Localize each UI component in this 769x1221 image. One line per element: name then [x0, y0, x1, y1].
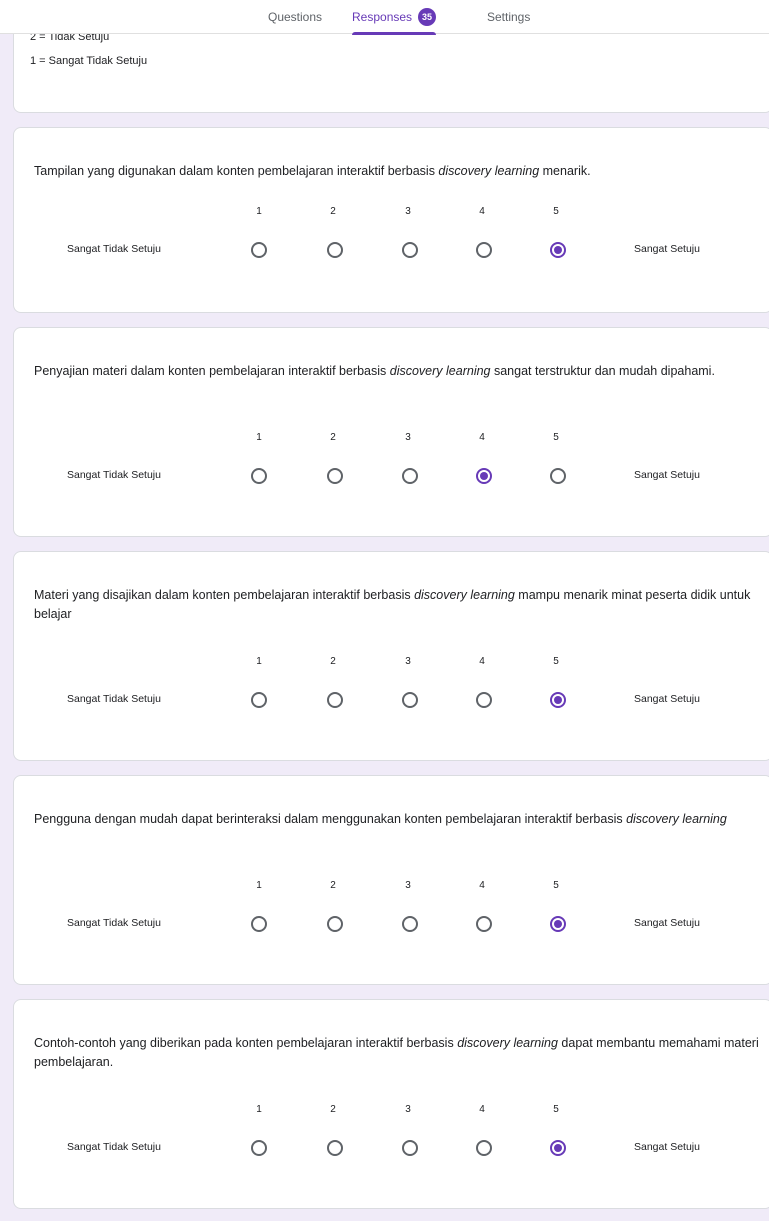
question-text-part: sangat terstruktur dan mudah dipahami.: [490, 364, 715, 378]
scale-number: 3: [405, 880, 411, 891]
scale-option-radio-4[interactable]: [476, 916, 492, 932]
question-card: Pengguna dengan mudah dapat berinteraksi…: [13, 775, 769, 985]
scale-number: 5: [553, 206, 559, 217]
scale-option-radio-1[interactable]: [251, 916, 267, 932]
question-text-part: Materi yang disajikan dalam konten pembe…: [34, 588, 415, 602]
question-card: Penyajian materi dalam konten pembelajar…: [13, 327, 769, 537]
responses-count-badge: 35: [418, 8, 437, 26]
scale-low-label: Sangat Tidak Setuju: [67, 469, 161, 481]
question-card: Materi yang disajikan dalam konten pembe…: [13, 551, 769, 761]
scale-number: 1: [256, 656, 262, 667]
scale-number: 2: [330, 206, 336, 217]
scale-high-label: Sangat Setuju: [634, 917, 700, 929]
scale-option-radio-4[interactable]: [476, 468, 492, 484]
scale-option-radio-1[interactable]: [251, 1140, 267, 1156]
scale-option-radio-5[interactable]: [550, 916, 566, 932]
scale-high-label: Sangat Setuju: [634, 243, 700, 255]
scale-number: 5: [553, 880, 559, 891]
scale-number: 4: [479, 206, 485, 217]
scale-number: 4: [479, 1104, 485, 1115]
scale-number: 2: [330, 432, 336, 443]
question-text-part: Penyajian materi dalam konten pembelajar…: [34, 364, 390, 378]
scale-low-label: Sangat Tidak Setuju: [67, 693, 161, 705]
scale-low-label: Sangat Tidak Setuju: [67, 1141, 161, 1153]
scale-number: 4: [479, 656, 485, 667]
scale-option-radio-3[interactable]: [402, 916, 418, 932]
scale-option-radio-1[interactable]: [251, 692, 267, 708]
scale-high-label: Sangat Setuju: [634, 1141, 700, 1153]
scale-number: 5: [553, 432, 559, 443]
scale-number: 5: [553, 1104, 559, 1115]
question-card: Tampilan yang digunakan dalam konten pem…: [13, 127, 769, 313]
tab-responses-label: Responses: [352, 10, 413, 24]
tab-bar: Questions Responses 35 Settings: [0, 0, 769, 35]
scale-option-radio-2[interactable]: [327, 242, 343, 258]
scale-number: 1: [256, 206, 262, 217]
question-text-italic: discovery learning: [626, 812, 727, 826]
question-card: Contoh-contoh yang diberikan pada konten…: [13, 999, 769, 1209]
scale-option-radio-4[interactable]: [476, 692, 492, 708]
scale-low-label: Sangat Tidak Setuju: [67, 917, 161, 929]
question-text: Penyajian materi dalam konten pembelajar…: [34, 362, 764, 381]
scale-option-radio-5[interactable]: [550, 242, 566, 258]
scale-option-radio-3[interactable]: [402, 692, 418, 708]
scale-option-radio-1[interactable]: [251, 242, 267, 258]
scale-option-radio-2[interactable]: [327, 692, 343, 708]
scale-option-radio-4[interactable]: [476, 1140, 492, 1156]
tab-settings-label: Settings: [487, 10, 531, 24]
scale-option-radio-3[interactable]: [402, 242, 418, 258]
question-text-italic: discovery learning: [438, 164, 540, 178]
scale-number: 4: [479, 432, 485, 443]
scale-option-radio-5[interactable]: [550, 692, 566, 708]
scale-option-radio-2[interactable]: [327, 916, 343, 932]
scale-number: 1: [256, 432, 262, 443]
scale-option-radio-4[interactable]: [476, 242, 492, 258]
scale-number: 3: [405, 1104, 411, 1115]
question-text-part: Tampilan yang digunakan dalam konten pem…: [34, 164, 439, 178]
question-text-italic: discovery learning: [414, 588, 515, 602]
scale-number: 2: [330, 656, 336, 667]
scale-option-radio-2[interactable]: [327, 1140, 343, 1156]
question-text-italic: discovery learning: [389, 364, 491, 378]
tab-questions[interactable]: Questions: [268, 0, 322, 34]
question-text-part: menarik.: [539, 164, 591, 178]
scale-number: 3: [405, 432, 411, 443]
scale-high-label: Sangat Setuju: [634, 469, 700, 481]
question-text-part: Pengguna dengan mudah dapat berinteraksi…: [34, 812, 627, 826]
active-tab-indicator: [352, 32, 437, 35]
tab-questions-label: Questions: [268, 10, 323, 24]
tab-settings[interactable]: Settings: [487, 0, 530, 34]
scale-number: 5: [553, 656, 559, 667]
scale-number: 3: [405, 656, 411, 667]
question-text: Tampilan yang digunakan dalam konten pem…: [34, 162, 764, 181]
scale-number: 1: [256, 880, 262, 891]
scale-option-radio-5[interactable]: [550, 468, 566, 484]
scale-high-label: Sangat Setuju: [634, 693, 700, 705]
scale-number: 3: [405, 206, 411, 217]
question-text-italic: discovery learning: [457, 1036, 558, 1050]
question-text-part: Contoh-contoh yang diberikan pada konten…: [34, 1036, 458, 1050]
question-text: Materi yang disajikan dalam konten pembe…: [34, 586, 764, 624]
scale-option-radio-2[interactable]: [327, 468, 343, 484]
question-text: Contoh-contoh yang diberikan pada konten…: [34, 1034, 764, 1072]
scale-number: 1: [256, 1104, 262, 1115]
scale-number: 2: [330, 1104, 336, 1115]
scale-option-radio-3[interactable]: [402, 468, 418, 484]
scale-option-radio-5[interactable]: [550, 1140, 566, 1156]
scale-low-label: Sangat Tidak Setuju: [67, 243, 161, 255]
scale-option-radio-1[interactable]: [251, 468, 267, 484]
scale-option-radio-3[interactable]: [402, 1140, 418, 1156]
question-text: Pengguna dengan mudah dapat berinteraksi…: [34, 810, 764, 829]
scale-number: 2: [330, 880, 336, 891]
scale-legend-line: 1 = Sangat Tidak Setuju: [30, 55, 148, 67]
tab-responses[interactable]: Responses 35: [352, 0, 437, 35]
scale-number: 4: [479, 880, 485, 891]
